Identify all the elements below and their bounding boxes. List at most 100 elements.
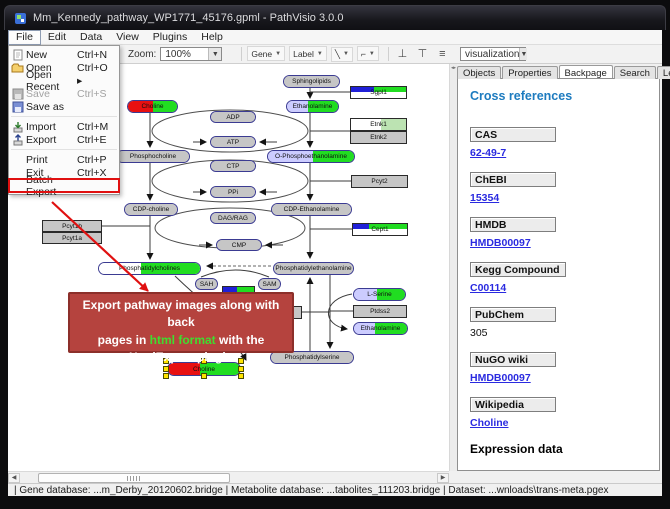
menu-item-save[interactable]: SaveCtrl+S xyxy=(9,87,119,100)
crossref-section-chebi: ChEBI 15354 xyxy=(470,172,659,204)
pathway-node-sah[interactable]: SAH xyxy=(195,278,218,290)
menu-shortcut: Ctrl+S xyxy=(77,88,115,100)
pathway-node-phosphatidylethanolamine[interactable]: Phosphatidylethanolamine xyxy=(273,262,354,275)
pathway-node-cept1[interactable]: Cept1 xyxy=(352,223,408,236)
status-bar: | Gene database: ...m_Derby_20120602.bri… xyxy=(8,483,662,496)
pathway-node-etnk2[interactable]: Etnk2 xyxy=(350,131,407,144)
align-center-vertical-icon[interactable]: ⊥ xyxy=(394,46,411,61)
annotation-callout: Export pathway images along with back pa… xyxy=(68,292,294,353)
canvas-horizontal-scrollbar[interactable]: ◀ ▶ xyxy=(8,471,449,483)
tab-properties[interactable]: Properties xyxy=(502,66,557,79)
menu-item-print[interactable]: PrintCtrl+P xyxy=(9,153,119,166)
pathway-node-choline-top[interactable]: Choline xyxy=(127,100,178,113)
pathway-node-ptdss2[interactable]: Ptdss2 xyxy=(353,305,407,318)
crossref-link[interactable]: 15354 xyxy=(470,192,659,204)
stack-rows-icon[interactable]: ≡ xyxy=(434,47,451,62)
pathway-node-cmp[interactable]: CMP xyxy=(216,239,262,251)
pathway-node-l-serine[interactable]: L-Serine xyxy=(353,288,406,301)
zoom-label: Zoom: xyxy=(128,49,156,60)
menu-shortcut: Ctrl+O xyxy=(77,62,115,74)
node-label: Pcyt2 xyxy=(352,176,407,187)
pathway-node-pcyt1a[interactable]: Pcyt1a xyxy=(42,232,102,244)
crossref-link[interactable]: C00114 xyxy=(470,282,659,294)
node-label: CDP-choline xyxy=(125,204,177,215)
tab-search[interactable]: Search xyxy=(614,66,656,79)
new-icon xyxy=(9,49,26,61)
panel-splitter[interactable]: ◂▸ xyxy=(449,64,457,471)
pathway-node-phosphocholine[interactable]: Phosphocholine xyxy=(116,150,190,163)
menu-shortcut: Ctrl+M xyxy=(77,121,115,133)
node-label: Pcyt1b xyxy=(43,221,101,231)
callout-line3: HtmlExport plugin xyxy=(70,349,292,366)
crossref-header: HMDB xyxy=(470,217,556,232)
open-icon xyxy=(9,62,26,74)
pathway-node-phosphatidylcholines[interactable]: Phosphatidylcholines xyxy=(98,262,201,275)
menubar-item-edit[interactable]: Edit xyxy=(41,30,73,45)
align-center-horizontal-icon[interactable]: ⊤ xyxy=(414,46,431,61)
pathway-node-pcyt1b[interactable]: Pcyt1b xyxy=(42,220,102,232)
pathway-node-ctp[interactable]: CTP xyxy=(210,160,256,172)
pathway-node-dag[interactable]: DAG/RAG xyxy=(210,212,256,224)
menu-shortcut: Ctrl+P xyxy=(77,154,115,166)
gene-shape-dropdown[interactable]: Gene▼ xyxy=(247,46,285,61)
scroll-right-icon[interactable]: ▶ xyxy=(437,473,449,483)
visualization-combobox[interactable]: visualization ▼ xyxy=(460,47,526,61)
menubar-item-help[interactable]: Help xyxy=(194,30,230,45)
chevron-down-icon: ▼ xyxy=(317,51,323,57)
chevron-down-icon[interactable]: ▼ xyxy=(208,48,221,60)
menubar-item-plugins[interactable]: Plugins xyxy=(146,30,194,45)
submenu-arrow-icon: ▸ xyxy=(77,75,115,87)
menu-item-batch-export[interactable]: Batch Export xyxy=(9,179,119,192)
label-dropdown[interactable]: Label▼ xyxy=(289,46,327,61)
pathway-node-etnk1[interactable]: Etnk1 xyxy=(350,118,407,131)
selection-handle[interactable] xyxy=(238,373,244,379)
chevron-down-icon: ▼ xyxy=(369,51,375,57)
crossref-header: CAS xyxy=(470,127,556,142)
crossref-header: ChEBI xyxy=(470,172,556,187)
menubar-item-file[interactable]: File xyxy=(8,30,41,45)
menubar-item-data[interactable]: Data xyxy=(73,30,109,45)
crossref-link[interactable]: HMDB00097 xyxy=(470,372,659,384)
pathway-node-o-phosphoethanolamine[interactable]: O-Phosphoethanolamine xyxy=(267,150,355,163)
tab-objects[interactable]: Objects xyxy=(457,66,501,79)
selection-handle[interactable] xyxy=(163,366,169,372)
scrollbar-thumb[interactable] xyxy=(38,473,230,483)
pathway-node-atp[interactable]: ATP xyxy=(210,136,256,148)
line-dropdown[interactable]: ╲▼ xyxy=(331,47,353,62)
selection-handle[interactable] xyxy=(238,366,244,372)
pathway-node-cdp-ethanolamine[interactable]: CDP-Ethanolamine xyxy=(271,203,352,216)
menu-separator xyxy=(11,113,117,117)
zoom-combobox[interactable]: 100% ▼ xyxy=(160,47,222,61)
pathway-node-ethanolamine-top[interactable]: Ethanolamine xyxy=(286,100,339,113)
title-bar: Mm_Kennedy_pathway_WP1771_45176.gpml - P… xyxy=(4,5,666,30)
crossref-link[interactable]: HMDB00097 xyxy=(470,237,659,249)
connector-dropdown[interactable]: ⌐▼ xyxy=(357,46,379,61)
crossref-header: NuGO wiki xyxy=(470,352,556,367)
pathway-node-sam[interactable]: SAM xyxy=(258,278,281,290)
tab-backpage[interactable]: Backpage xyxy=(559,65,613,78)
menu-item-import[interactable]: ImportCtrl+M xyxy=(9,120,119,133)
scroll-left-icon[interactable]: ◀ xyxy=(8,473,20,483)
menubar-item-view[interactable]: View xyxy=(109,30,146,45)
pathway-node-adp[interactable]: ADP xyxy=(210,111,256,123)
crossref-link[interactable]: Choline xyxy=(470,417,659,429)
selection-handle[interactable] xyxy=(201,373,207,379)
pathway-node-sphingolipids[interactable]: Sphingolipids xyxy=(283,75,340,88)
menu-shortcut: Ctrl+X xyxy=(77,167,115,179)
pathway-node-pcyt2[interactable]: Pcyt2 xyxy=(351,175,408,188)
menu-item-save-as[interactable]: Save as xyxy=(9,100,119,113)
selection-handle[interactable] xyxy=(163,373,169,379)
callout-line1: Export pathway images along with back xyxy=(70,297,292,332)
menu-item-export[interactable]: ExportCtrl+E xyxy=(9,133,119,146)
chevron-down-icon: ▼ xyxy=(275,51,281,57)
pathway-node-ethanolamine-bottom[interactable]: Ethanolamine xyxy=(353,322,408,335)
crossref-section-kegg-compound: Kegg CompoundC00114 xyxy=(470,262,659,294)
tab-legend[interactable]: Legend xyxy=(657,66,670,79)
menu-item-new[interactable]: NewCtrl+N xyxy=(9,48,119,61)
pathway-node-cdp-choline[interactable]: CDP-choline xyxy=(124,203,178,216)
chevron-down-icon[interactable]: ▼ xyxy=(519,48,527,60)
menu-item-open-recent[interactable]: Open Recent▸ xyxy=(9,74,119,87)
pathway-node-ppi[interactable]: PPi xyxy=(210,186,256,198)
crossref-link[interactable]: 62-49-7 xyxy=(470,147,659,159)
pathway-node-sgpl1[interactable]: Sgpl1 xyxy=(350,86,407,99)
